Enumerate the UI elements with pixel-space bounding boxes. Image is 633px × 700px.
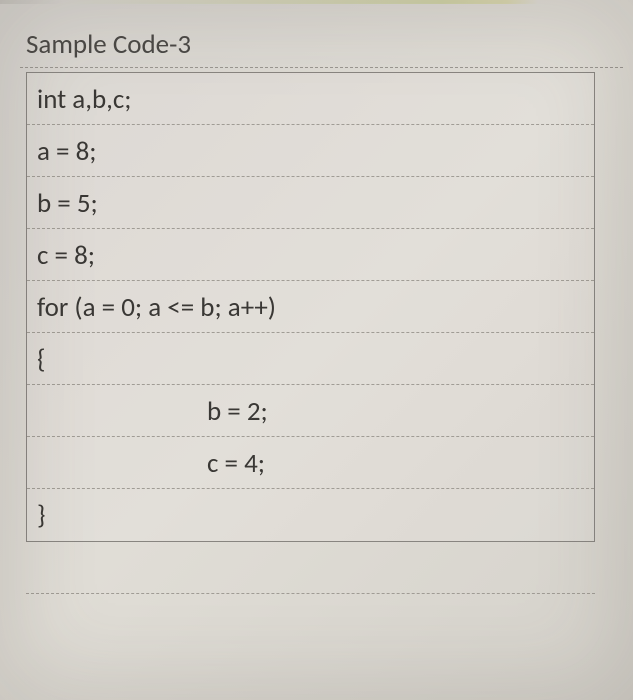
code-line-assign-c: c = 8;	[27, 229, 594, 281]
document-container: Sample Code-3 int a,b,c; a = 8; b = 5; c…	[20, 20, 623, 690]
code-line-assign-b: b = 5;	[27, 177, 594, 229]
code-line-declaration: int a,b,c;	[27, 73, 594, 125]
code-line-close-brace: }	[27, 489, 594, 541]
empty-row	[26, 542, 595, 594]
code-line-body-c: c = 4;	[27, 437, 594, 489]
code-line-open-brace: {	[27, 333, 594, 385]
code-line-assign-a: a = 8;	[27, 125, 594, 177]
code-line-for-loop: for (a = 0; a <= b; a++)	[27, 281, 594, 333]
code-line-body-b: b = 2;	[27, 385, 594, 437]
code-box: int a,b,c; a = 8; b = 5; c = 8; for (a =…	[26, 72, 595, 542]
code-title: Sample Code-3	[20, 20, 623, 68]
